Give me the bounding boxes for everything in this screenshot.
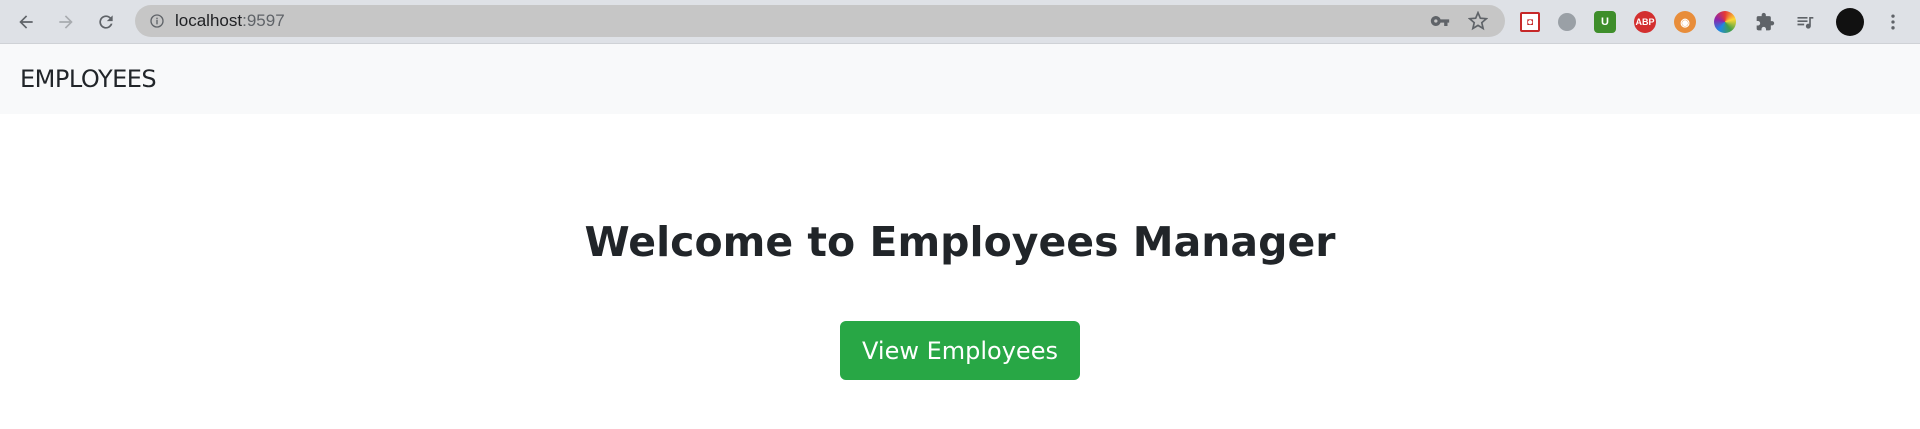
pdf-extension-icon[interactable]: ◘ — [1520, 12, 1540, 32]
browser-toolbar: localhost:9597 ◘ U ABP ◉ — [0, 0, 1920, 44]
profile-avatar[interactable] — [1836, 8, 1864, 36]
menu-kebab-icon[interactable] — [1882, 11, 1904, 33]
star-icon[interactable] — [1467, 10, 1489, 32]
forward-button[interactable] — [52, 8, 80, 36]
messenger-extension-icon[interactable] — [1558, 13, 1576, 31]
color-extension-icon[interactable] — [1714, 11, 1736, 33]
url-host: localhost — [175, 11, 243, 30]
extensions-area: ◘ U ABP ◉ — [1520, 0, 1904, 44]
adblock-extension-icon[interactable]: ABP — [1634, 11, 1656, 33]
address-bar[interactable]: localhost:9597 — [135, 5, 1505, 37]
upwork-extension-icon[interactable]: U — [1594, 11, 1616, 33]
forward-icon — [59, 14, 73, 29]
url-text[interactable]: localhost:9597 — [175, 11, 285, 31]
eyes-extension-icon[interactable]: ◉ — [1674, 11, 1696, 33]
navbar-brand[interactable]: EMPLOYEES — [20, 65, 157, 93]
main-content: Welcome to Employees Manager View Employ… — [0, 114, 1920, 429]
omnibox-actions — [1413, 5, 1489, 37]
info-icon[interactable] — [149, 13, 165, 29]
back-button[interactable] — [12, 8, 40, 36]
view-employees-button[interactable]: View Employees — [840, 321, 1080, 381]
reload-button[interactable] — [92, 8, 120, 36]
back-icon — [19, 14, 33, 29]
page-title: Welcome to Employees Manager — [584, 218, 1336, 266]
reload-icon — [99, 14, 113, 29]
media-queue-icon[interactable] — [1794, 11, 1816, 33]
puzzle-extensions-icon[interactable] — [1754, 11, 1776, 33]
key-icon[interactable] — [1429, 10, 1451, 32]
url-port: :9597 — [242, 11, 285, 30]
app-navbar: EMPLOYEES — [0, 44, 1920, 114]
